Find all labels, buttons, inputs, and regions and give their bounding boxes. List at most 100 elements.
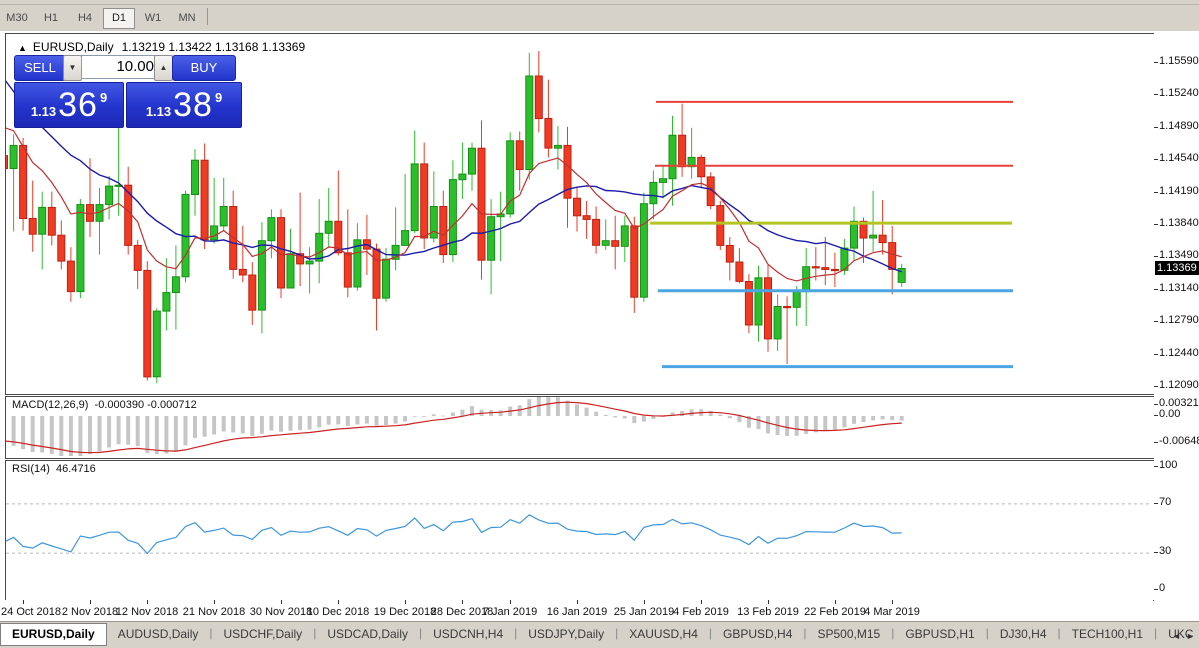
date-axis-label: 12 Nov 2018 — [115, 606, 179, 618]
price-axis-label: 1.14890 — [1159, 120, 1199, 132]
volume-input[interactable]: 10.00 — [81, 55, 160, 79]
price-axis-label: 0 — [1159, 582, 1166, 594]
date-axis-tick — [23, 600, 24, 604]
bottom-tab-usdcad-daily[interactable]: USDCAD,Daily — [316, 624, 419, 644]
timeframe-button-w1[interactable]: W1 — [137, 8, 169, 29]
date-axis-label: 7 Jan 2019 — [482, 606, 538, 618]
date-axis-label: 30 Nov 2018 — [249, 606, 313, 618]
price-axis-label: 1.13490 — [1159, 249, 1199, 261]
date-axis-label: 25 Jan 2019 — [613, 606, 675, 618]
bottom-tab-xauusd-h4[interactable]: XAUUSD,H4 — [618, 624, 709, 644]
bottom-tab-eurusd-daily[interactable]: EURUSD,Daily — [0, 623, 107, 646]
price-axis-label: 1.13840 — [1159, 217, 1199, 229]
spinner-down-icon: ▼ — [68, 63, 77, 72]
price-axis: 1.13369 1.15590 1.15240 1.14890 1.14540 1.14… — [1154, 31, 1199, 621]
price-axis-tick — [1154, 256, 1158, 257]
timeframe-button-m30[interactable]: M30 — [1, 8, 33, 29]
ask-price-big: 38 — [173, 85, 213, 124]
bottom-tab-dj30-h4[interactable]: DJ30,H4 — [989, 624, 1058, 644]
bid-price-sup: 9 — [99, 89, 108, 105]
bottom-tab-gbpusd-h1[interactable]: GBPUSD,H1 — [894, 624, 985, 644]
chart-symbol-label: EURUSD,Daily — [32, 40, 114, 54]
price-axis-label: 1.15590 — [1159, 55, 1199, 67]
bottom-tab-gbpusd-h4[interactable]: GBPUSD,H4 — [712, 624, 803, 644]
timeframe-button-h1[interactable]: H1 — [35, 8, 67, 29]
price-axis-tick — [1154, 127, 1158, 128]
price-axis-tick — [1154, 386, 1158, 387]
price-axis-tick — [1154, 442, 1158, 443]
timeframe-button-d1[interactable]: D1 — [103, 8, 135, 29]
price-chart-panel[interactable]: ▲ EURUSD,Daily 1.13219 1.13422 1.13168 1.1… — [5, 33, 1155, 395]
price-axis-tick — [1154, 404, 1158, 405]
chart-window: ▲ EURUSD,Daily 1.13219 1.13422 1.13168 1.1… — [0, 31, 1199, 621]
bottom-tab-usdjpy-daily[interactable]: USDJPY,Daily — [517, 624, 615, 644]
bid-price-big: 36 — [58, 85, 98, 124]
bottom-tab-audusd-daily[interactable]: AUDUSD,Daily — [107, 624, 210, 644]
price-axis-label: 1.12440 — [1159, 347, 1199, 359]
date-axis-tick — [338, 600, 339, 604]
price-axis-label: 70 — [1159, 496, 1172, 508]
collapse-icon[interactable]: ▲ — [18, 43, 27, 53]
price-axis-tick — [1154, 354, 1158, 355]
price-axis-label: 30 — [1159, 545, 1172, 557]
date-axis-label: 21 Nov 2018 — [182, 606, 246, 618]
price-axis-label: 1.15240 — [1159, 87, 1199, 99]
date-axis-label: 2 Nov 2018 — [61, 606, 119, 618]
price-axis-tick — [1154, 224, 1158, 225]
toolbar-separator — [207, 8, 208, 26]
one-click-trading-panel: SELL ▼ 10.00 ▲ BUY 1.13 36 9 1.13 38 9 — [14, 55, 242, 128]
date-axis-label: 4 Mar 2019 — [864, 606, 920, 618]
rsi-value: 46.4716 — [56, 463, 96, 475]
date-axis-tick — [462, 600, 463, 604]
bottom-tab-usdcnh-h4[interactable]: USDCNH,H4 — [422, 624, 514, 644]
date-axis-tick — [701, 600, 702, 604]
date-axis-tick — [214, 600, 215, 604]
rsi-panel[interactable]: RSI(14) 46.4716 — [5, 460, 1155, 601]
price-axis-label: 100 — [1159, 459, 1178, 471]
price-axis-tick — [1154, 289, 1158, 290]
price-axis-tick — [1154, 159, 1158, 160]
bottom-tab-sp500-m15[interactable]: SP500,M15 — [807, 624, 892, 644]
sell-button[interactable]: SELL — [14, 55, 66, 81]
timeframe-button-h4[interactable]: H4 — [69, 8, 101, 29]
macd-panel[interactable]: MACD(12,26,9) -0.000390 -0.000712 — [5, 396, 1155, 459]
volume-decrease-button[interactable]: ▼ — [63, 55, 82, 81]
date-axis-label: 4 Feb 2019 — [673, 606, 729, 618]
date-axis-tick — [147, 600, 148, 604]
price-axis-label: 0.00 — [1159, 408, 1181, 420]
price-axis-label: 1.14540 — [1159, 152, 1199, 164]
price-axis-tick — [1154, 552, 1158, 553]
price-axis-tick — [1154, 321, 1158, 322]
price-axis-label: 1.12090 — [1159, 379, 1199, 391]
bottom-tab-tech100-h1[interactable]: TECH100,H1 — [1061, 624, 1154, 644]
date-axis-tick — [768, 600, 769, 604]
date-axis-tick — [644, 600, 645, 604]
date-axis-tick — [577, 600, 578, 604]
ask-price-box[interactable]: 1.13 38 9 — [126, 82, 242, 128]
date-axis-label: 19 Dec 2018 — [373, 606, 437, 618]
date-axis-label: 13 Feb 2019 — [737, 606, 799, 618]
spinner-up-icon: ▲ — [159, 63, 168, 72]
price-axis-label: 1.14190 — [1159, 185, 1199, 197]
date-axis-label: 10 Dec 2018 — [306, 606, 370, 618]
chart-title: ▲ EURUSD,Daily 1.13219 1.13422 1.13168 1.1… — [18, 40, 305, 54]
rsi-chart[interactable] — [6, 461, 1152, 598]
price-axis-label: -0.006485 — [1159, 435, 1199, 447]
timeframe-button-mn[interactable]: MN — [171, 8, 203, 29]
buy-button[interactable]: BUY — [172, 55, 236, 81]
bottom-tab-usdchf-daily[interactable]: USDCHF,Daily — [213, 624, 314, 644]
date-axis-tick — [835, 600, 836, 604]
bid-price-box[interactable]: 1.13 36 9 — [14, 82, 124, 128]
date-axis-label: 24 Oct 2018 — [1, 606, 61, 618]
rsi-label: RSI(14) — [12, 463, 50, 475]
price-axis-label: 1.12790 — [1159, 314, 1199, 326]
date-axis-tick — [405, 600, 406, 604]
ask-price-prefix: 1.13 — [145, 103, 172, 119]
date-axis-tick — [90, 600, 91, 604]
tab-scroll-prev-icon[interactable]: ◄ — [1170, 629, 1183, 643]
timeframe-toolbar: M30 H1 H4 D1 W1 MN — [0, 5, 1199, 32]
tab-scroll-next-icon[interactable]: ► — [1184, 629, 1197, 643]
price-axis-tick — [1154, 192, 1158, 193]
price-axis-tick — [1154, 415, 1158, 416]
volume-increase-button[interactable]: ▲ — [154, 55, 173, 81]
